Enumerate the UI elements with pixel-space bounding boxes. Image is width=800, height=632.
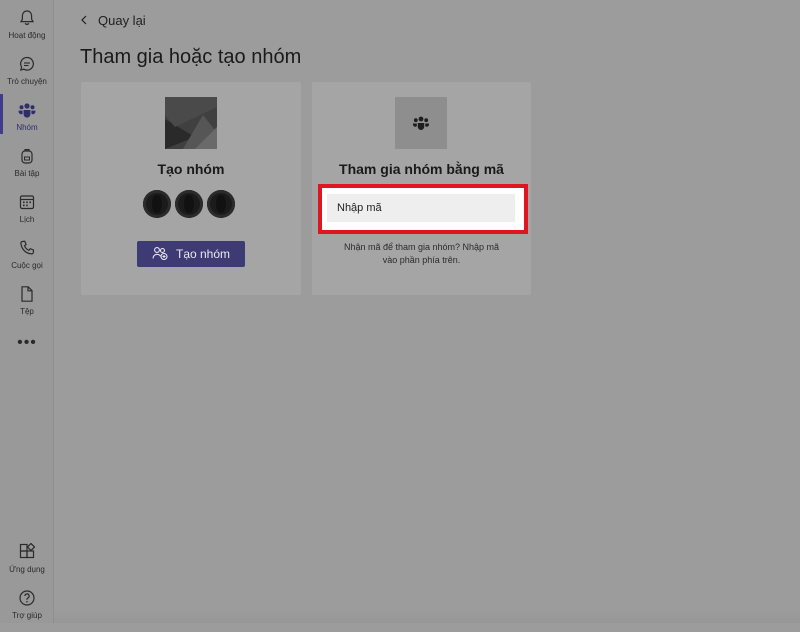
rail-item-chat[interactable]: Trò chuyện	[0, 54, 54, 98]
rail-item-assignments[interactable]: Bài tập	[0, 146, 54, 190]
create-team-button[interactable]: Tạo nhóm	[137, 241, 245, 267]
avatar-group	[143, 190, 235, 218]
file-icon	[17, 284, 37, 304]
phone-icon	[17, 238, 37, 258]
helper-line: vào phần phía trên.	[382, 255, 461, 265]
create-team-button-label: Tạo nhóm	[175, 247, 231, 261]
rail-item-calendar[interactable]: Lịch	[0, 192, 54, 236]
rail-item-label: Tệp	[20, 307, 34, 316]
avatar	[207, 190, 235, 218]
rail-item-label: Ứng dụng	[9, 565, 45, 574]
bottom-shade	[54, 609, 800, 623]
rail-item-label: Cuộc gọi	[11, 261, 43, 270]
rail-item-files[interactable]: Tệp	[0, 284, 54, 328]
create-team-title: Tạo nhóm	[157, 161, 225, 177]
rail-item-help[interactable]: Trợ giúp	[0, 588, 54, 632]
team-code-input[interactable]	[327, 194, 515, 222]
back-label: Quay lại	[98, 13, 146, 28]
avatar	[175, 190, 203, 218]
apps-icon	[17, 542, 37, 562]
helper-line: Nhận mã để tham gia nhóm? Nhập mã	[343, 242, 500, 252]
back-link[interactable]: Quay lại	[80, 13, 146, 28]
create-team-card[interactable]: Tạo nhóm Tạo nhóm	[81, 82, 301, 295]
avatar	[143, 190, 171, 218]
rail-item-label: Nhóm	[16, 123, 38, 132]
join-team-title: Tham gia nhóm bằng mã	[339, 161, 504, 177]
rail-item-teams[interactable]: Nhóm	[0, 100, 54, 144]
rail-item-label: Trò chuyện	[7, 77, 47, 86]
app-rail: Hoạt động Trò chuyện Nhóm Bài tập Lịch C…	[0, 0, 54, 623]
page-title: Tham gia hoặc tạo nhóm	[80, 46, 302, 68]
rail-item-activity[interactable]: Hoạt động	[0, 8, 54, 52]
calendar-icon	[17, 192, 37, 212]
rail-item-label: Bài tập	[14, 169, 40, 178]
more-apps-button[interactable]: •••	[0, 334, 54, 352]
rail-item-label: Lịch	[19, 215, 35, 224]
add-people-icon	[152, 246, 168, 263]
teams-icon	[17, 100, 37, 120]
rail-item-calls[interactable]: Cuộc gọi	[0, 238, 54, 282]
rail-item-label: Trợ giúp	[12, 611, 42, 620]
bell-icon	[17, 8, 37, 28]
rail-item-label: Hoạt động	[8, 31, 46, 40]
backpack-icon	[17, 146, 37, 166]
help-icon	[17, 588, 37, 608]
join-helper-text: Nhận mã để tham gia nhóm? Nhập mã vào ph…	[316, 241, 527, 267]
chevron-left-icon	[80, 14, 88, 28]
rail-item-apps[interactable]: Ứng dụng	[0, 542, 54, 586]
chat-icon	[17, 54, 37, 74]
team-placeholder-image	[165, 97, 217, 149]
teams-icon	[395, 97, 447, 149]
